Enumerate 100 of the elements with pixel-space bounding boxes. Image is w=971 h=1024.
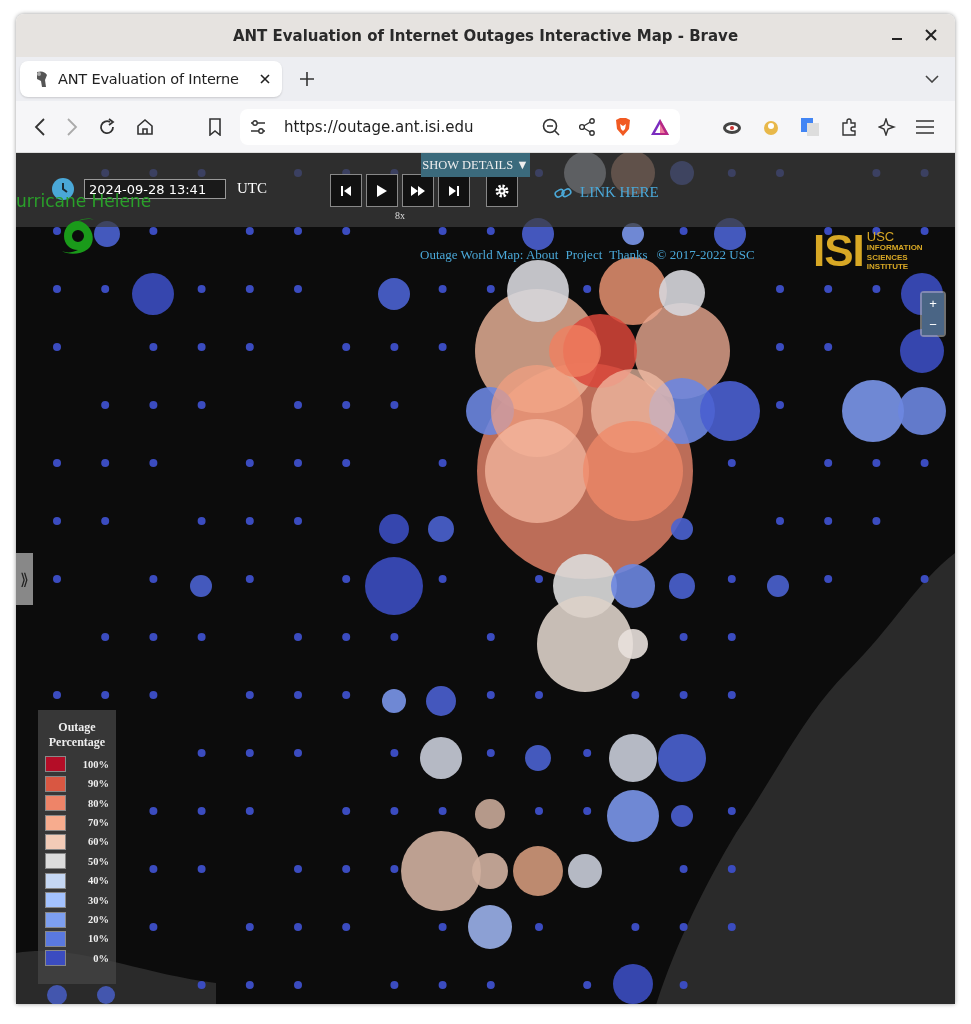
outage-dot[interactable] xyxy=(824,285,833,293)
outage-dot[interactable] xyxy=(197,865,206,873)
outage-dot[interactable] xyxy=(390,343,399,351)
outage-dot[interactable] xyxy=(872,517,881,525)
outage-dot[interactable] xyxy=(872,459,881,467)
outage-dot[interactable] xyxy=(776,343,784,351)
outage-dot[interactable] xyxy=(486,981,495,989)
outage-dot[interactable] xyxy=(342,459,351,467)
outage-dot[interactable] xyxy=(294,401,302,409)
outage-bubble[interactable] xyxy=(842,380,904,442)
outage-dot[interactable] xyxy=(583,981,592,989)
browser-tab[interactable]: ANT Evaluation of Interne xyxy=(20,61,282,97)
outage-dot[interactable] xyxy=(197,517,206,525)
fast-forward-button[interactable] xyxy=(402,174,434,207)
outage-bubble[interactable] xyxy=(382,689,406,713)
outage-dot[interactable] xyxy=(245,749,254,757)
outage-dot[interactable] xyxy=(149,575,158,583)
close-icon[interactable] xyxy=(925,29,937,41)
outage-dot[interactable] xyxy=(197,343,206,351)
outage-dot[interactable] xyxy=(438,285,447,293)
outage-dot[interactable] xyxy=(631,923,640,931)
outage-dot[interactable] xyxy=(149,227,158,235)
outage-dot[interactable] xyxy=(727,807,736,815)
outage-dot[interactable] xyxy=(920,575,929,583)
outage-dot[interactable] xyxy=(679,981,688,989)
outage-dot[interactable] xyxy=(438,459,447,467)
outage-dot[interactable] xyxy=(727,633,736,641)
translate-icon[interactable] xyxy=(800,116,820,137)
outage-dot[interactable] xyxy=(149,343,158,351)
outage-dot[interactable] xyxy=(776,401,784,409)
outage-bubble[interactable] xyxy=(401,831,481,911)
outage-dot[interactable] xyxy=(776,517,784,525)
back-icon[interactable] xyxy=(34,117,46,136)
outage-dot[interactable] xyxy=(679,691,688,699)
outage-dot[interactable] xyxy=(197,633,206,641)
outage-dot[interactable] xyxy=(101,285,110,293)
sidebar-toggle-button[interactable]: ⟫ xyxy=(16,553,33,605)
reload-icon[interactable] xyxy=(98,117,116,136)
outage-dot[interactable] xyxy=(342,575,351,583)
outage-dot[interactable] xyxy=(342,807,351,815)
outage-dot[interactable] xyxy=(824,459,833,467)
outage-bubble[interactable] xyxy=(537,596,633,692)
lion-shield-icon[interactable] xyxy=(614,116,632,137)
outage-dot[interactable] xyxy=(535,575,543,583)
outage-dot[interactable] xyxy=(438,807,447,815)
outage-dot[interactable] xyxy=(53,343,61,351)
outage-dot[interactable] xyxy=(776,285,784,293)
chevron-down-icon[interactable] xyxy=(925,75,939,83)
outage-dot[interactable] xyxy=(53,691,61,699)
outage-dot[interactable] xyxy=(824,227,833,235)
outage-dot[interactable] xyxy=(245,923,254,931)
outage-dot[interactable] xyxy=(245,343,254,351)
outage-dot[interactable] xyxy=(149,401,158,409)
outage-dot[interactable] xyxy=(342,923,351,931)
outage-dot[interactable] xyxy=(245,981,254,989)
outage-dot[interactable] xyxy=(149,807,158,815)
outage-dot[interactable] xyxy=(390,633,399,641)
outage-dot[interactable] xyxy=(390,807,399,815)
outage-dot[interactable] xyxy=(294,865,302,873)
outage-dot[interactable] xyxy=(197,401,206,409)
home-icon[interactable] xyxy=(136,117,154,136)
outage-dot[interactable] xyxy=(53,227,61,235)
new-tab-icon[interactable] xyxy=(300,72,314,86)
outage-dot[interactable] xyxy=(245,575,254,583)
outage-dot[interactable] xyxy=(53,459,61,467)
outage-dot[interactable] xyxy=(438,575,447,583)
bookmark-icon[interactable] xyxy=(208,117,222,136)
outage-dot[interactable] xyxy=(583,807,592,815)
outage-dot[interactable] xyxy=(390,865,399,873)
outage-dot[interactable] xyxy=(486,691,495,699)
outage-dot[interactable] xyxy=(920,227,929,235)
outage-bubble[interactable] xyxy=(609,734,657,782)
outage-bubble[interactable] xyxy=(898,387,946,435)
outage-dot[interactable] xyxy=(294,923,302,931)
outage-dot[interactable] xyxy=(727,575,736,583)
outage-dot[interactable] xyxy=(535,807,543,815)
outage-dot[interactable] xyxy=(342,691,351,699)
outage-dot[interactable] xyxy=(197,807,206,815)
outage-dot[interactable] xyxy=(245,459,254,467)
outage-dot[interactable] xyxy=(486,749,495,757)
sparkle-icon[interactable] xyxy=(878,117,896,136)
outage-dot[interactable] xyxy=(920,459,929,467)
outage-bubble[interactable] xyxy=(468,905,512,949)
outage-dot[interactable] xyxy=(342,227,351,235)
footer-link[interactable]: Project xyxy=(565,247,603,263)
outage-dot[interactable] xyxy=(631,691,640,699)
outage-dot[interactable] xyxy=(438,227,447,235)
outage-dot[interactable] xyxy=(342,865,351,873)
outage-dot[interactable] xyxy=(342,401,351,409)
outage-bubble[interactable] xyxy=(611,564,655,608)
outage-dot[interactable] xyxy=(101,517,110,525)
outage-dot[interactable] xyxy=(583,749,592,757)
outage-dot[interactable] xyxy=(53,285,61,293)
outage-dot[interactable] xyxy=(294,981,302,989)
outage-dot[interactable] xyxy=(535,691,543,699)
menu-icon[interactable] xyxy=(916,119,934,134)
outage-dot[interactable] xyxy=(197,749,206,757)
outage-dot[interactable] xyxy=(727,923,736,931)
outage-dot[interactable] xyxy=(679,633,688,641)
outage-dot[interactable] xyxy=(390,981,399,989)
